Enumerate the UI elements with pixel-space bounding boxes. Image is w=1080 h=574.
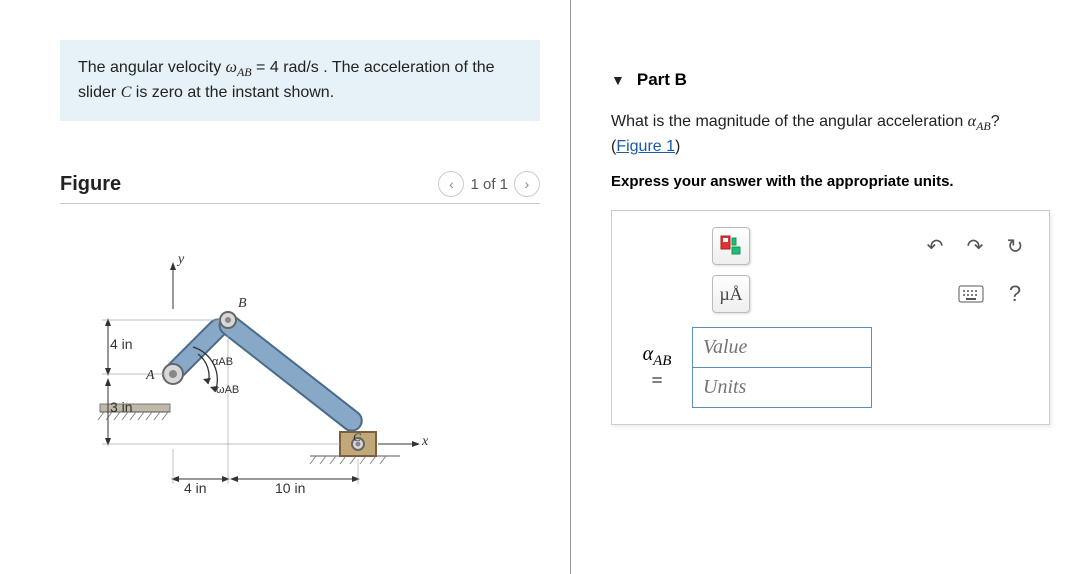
answer-input-row: αAB = (632, 327, 1029, 408)
answer-box: ↶ ↷ ↻ µÅ ? αAB = (611, 210, 1050, 425)
omega-var: ωAB (226, 59, 252, 76)
keyboard-icon (958, 285, 984, 303)
y-axis-label: y (178, 252, 184, 268)
undo-button[interactable]: ↶ (921, 232, 949, 260)
point-B: B (238, 296, 247, 312)
next-figure-button[interactable]: › (514, 171, 540, 197)
redo-button[interactable]: ↷ (961, 232, 989, 260)
right-pane: ▼ Part B What is the magnitude of the an… (570, 0, 1080, 574)
dim-4in-h: 4 in (184, 480, 207, 496)
answer-variable-label: αAB = (632, 343, 682, 393)
answer-toolbar: ↶ ↷ ↻ (632, 227, 1029, 265)
figure-title: Figure (60, 173, 121, 196)
question-text: What is the magnitude of the angular acc… (611, 110, 1050, 159)
dim-10in-h: 10 in (275, 480, 305, 496)
collapse-caret-icon: ▼ (611, 72, 625, 88)
part-b-header[interactable]: ▼ Part B (611, 40, 1050, 90)
left-pane: The angular velocity ωAB = 4 rad/s . The… (0, 0, 570, 574)
units-input[interactable] (692, 368, 872, 408)
units-symbol-button[interactable]: µÅ (712, 275, 750, 313)
value-input[interactable] (692, 327, 872, 368)
dim-4in-v: 4 in (110, 336, 133, 352)
figure-link[interactable]: Figure 1 (616, 138, 675, 155)
point-A: A (146, 368, 155, 384)
slider-var: C (121, 84, 132, 101)
answer-instruction: Express your answer with the appropriate… (611, 173, 1050, 190)
prev-figure-button[interactable]: ‹ (438, 171, 464, 197)
dim-3in-v: 3 in (110, 399, 133, 415)
pager-text: 1 of 1 (470, 176, 508, 193)
omega-label: ωAB (216, 384, 239, 396)
x-axis-label: x (422, 434, 428, 450)
figure-diagram: 4 in 3 in 4 in 10 in y x A B C αAB ωAB (60, 234, 440, 494)
reset-button[interactable]: ↻ (1001, 232, 1029, 260)
figure-header: Figure ‹ 1 of 1 › (60, 171, 540, 204)
templates-icon (720, 235, 742, 257)
problem-statement: The angular velocity ωAB = 4 rad/s . The… (60, 40, 540, 121)
figure-pager: ‹ 1 of 1 › (438, 171, 540, 197)
alpha-label: αAB (212, 356, 233, 368)
point-C: C (353, 430, 361, 445)
problem-text: The angular velocity (78, 59, 226, 76)
templates-button[interactable] (712, 227, 750, 265)
keyboard-button[interactable] (957, 280, 985, 308)
units: rad/s (283, 59, 319, 76)
help-button[interactable]: ? (1001, 280, 1029, 308)
part-title: Part B (637, 70, 687, 90)
